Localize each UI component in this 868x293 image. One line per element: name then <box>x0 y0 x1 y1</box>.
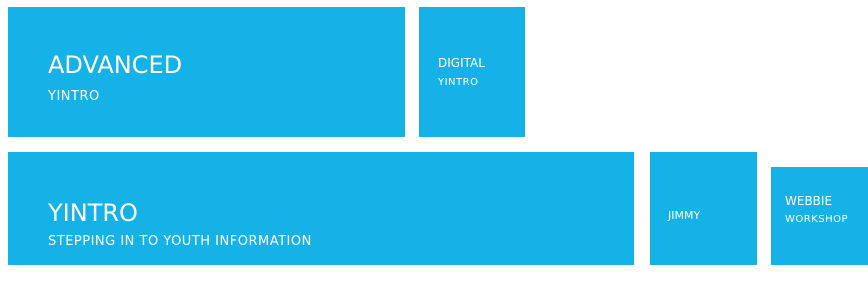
tile-jimmy[interactable]: Jimmy <box>650 152 757 265</box>
tile-title: Advanced <box>48 42 183 82</box>
tile-title: Jimmy <box>668 205 701 223</box>
tile-advanced-yintro[interactable]: Advanced YINTRO <box>8 7 405 137</box>
tile-title: Yintro <box>48 190 138 230</box>
tile-title: Webbie <box>785 190 833 210</box>
tile-webbie-workshop[interactable]: Webbie WORKSHOP <box>771 167 868 265</box>
tile-title: Digital <box>438 52 485 72</box>
tile-subtitle: YINTRO <box>438 77 479 88</box>
tile-subtitle: WORKSHOP <box>785 214 849 225</box>
tile-digital-yintro[interactable]: Digital YINTRO <box>419 7 525 137</box>
tile-yintro[interactable]: Yintro STEPPING IN TO YOUTH INFORMATION <box>8 152 634 265</box>
tile-subtitle: YINTRO <box>48 89 100 104</box>
tile-subtitle: STEPPING IN TO YOUTH INFORMATION <box>48 234 312 249</box>
